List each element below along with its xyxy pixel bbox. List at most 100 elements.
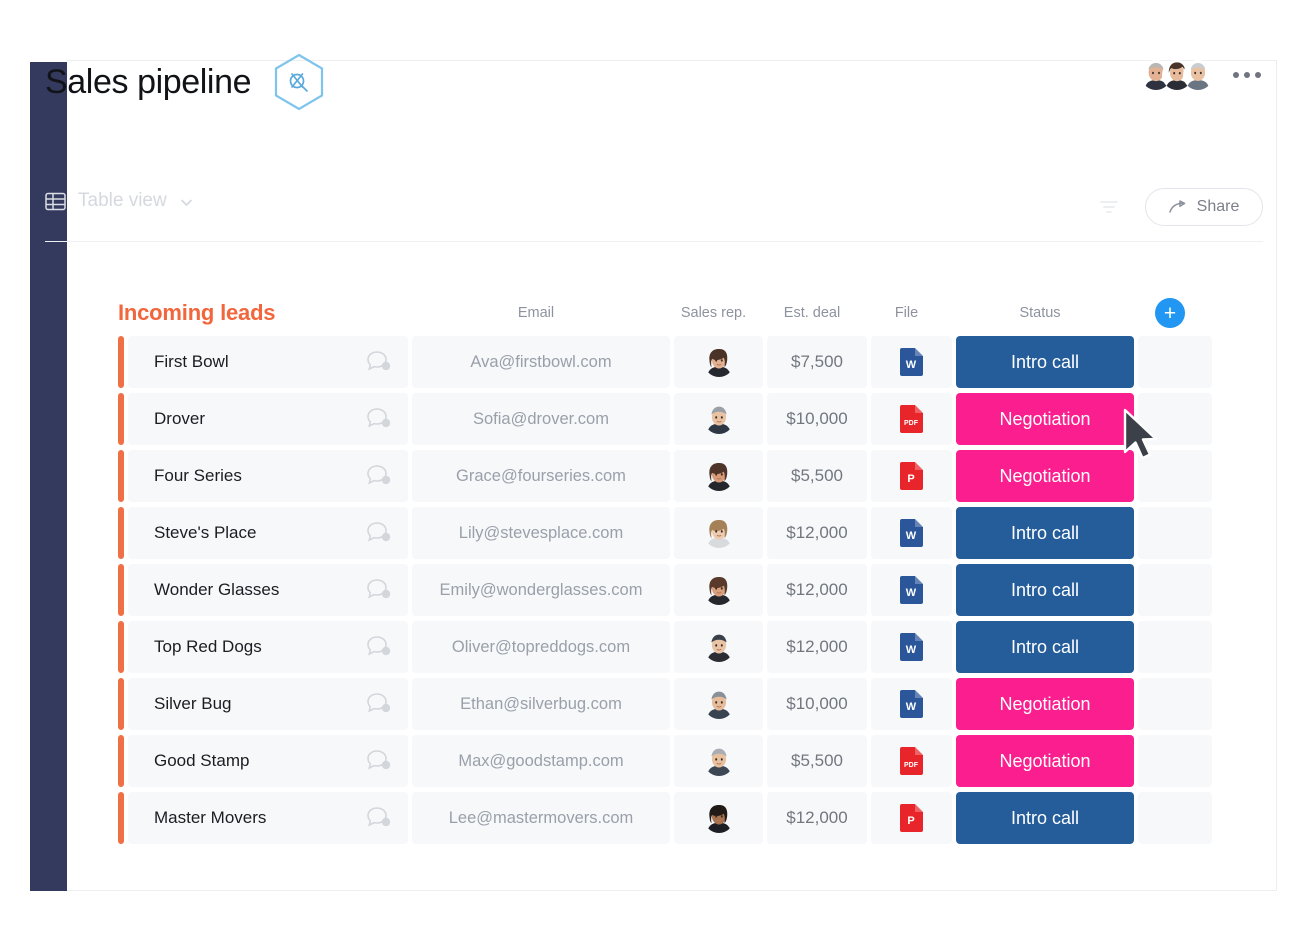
cell-est-deal[interactable]: $5,500	[767, 735, 867, 787]
cell-email[interactable]: Lee@mastermovers.com	[412, 792, 670, 844]
table-row[interactable]: Wonder GlassesEmily@wonderglasses.com$12…	[118, 564, 1223, 616]
kebab-menu-icon[interactable]	[1231, 66, 1263, 84]
cell-lead-name[interactable]: Top Red Dogs	[128, 621, 408, 673]
cell-status[interactable]: Negotiation	[956, 678, 1134, 730]
cell-extra[interactable]	[1138, 621, 1212, 673]
cell-est-deal[interactable]: $12,000	[767, 621, 867, 673]
table-row[interactable]: Four SeriesGrace@fourseries.com $5,500 P Ne…	[118, 450, 1223, 502]
cell-status[interactable]: Intro call	[956, 507, 1134, 559]
sales-rep-avatar[interactable]	[704, 746, 734, 776]
cell-sales-rep[interactable]	[674, 336, 763, 388]
chat-bubble-icon[interactable]	[366, 749, 392, 773]
collaborator-avatars[interactable]	[1141, 60, 1213, 90]
cell-status[interactable]: Negotiation	[956, 393, 1134, 445]
table-row[interactable]: Top Red DogsOliver@topreddogs.com $12,000…	[118, 621, 1223, 673]
cell-est-deal[interactable]: $12,000	[767, 507, 867, 559]
cell-file[interactable]: PDF	[871, 393, 952, 445]
cell-email[interactable]: Ava@firstbowl.com	[412, 336, 670, 388]
cell-extra[interactable]	[1138, 678, 1212, 730]
plug-hexagon-icon[interactable]	[271, 52, 327, 112]
cell-extra[interactable]	[1138, 393, 1212, 445]
sales-rep-avatar[interactable]	[704, 575, 734, 605]
cell-status[interactable]: Intro call	[956, 792, 1134, 844]
chat-bubble-icon[interactable]	[366, 350, 392, 374]
cell-extra[interactable]	[1138, 792, 1212, 844]
sales-rep-avatar[interactable]	[704, 632, 734, 662]
status-badge[interactable]: Intro call	[956, 507, 1134, 559]
column-header-email[interactable]: Email	[405, 305, 667, 321]
cell-sales-rep[interactable]	[674, 678, 763, 730]
chat-bubble-icon[interactable]	[366, 521, 392, 545]
cell-status[interactable]: Intro call	[956, 564, 1134, 616]
cell-extra[interactable]	[1138, 450, 1212, 502]
file-w-icon[interactable]: W	[898, 575, 925, 605]
cell-email[interactable]: Max@goodstamp.com	[412, 735, 670, 787]
column-header-est-deal[interactable]: Est. deal	[760, 305, 864, 321]
cell-lead-name[interactable]: Four Series	[128, 450, 408, 502]
file-w-icon[interactable]: W	[898, 632, 925, 662]
sales-rep-avatar[interactable]	[704, 347, 734, 377]
cell-est-deal[interactable]: $10,000	[767, 393, 867, 445]
sales-rep-avatar[interactable]	[704, 404, 734, 434]
status-badge[interactable]: Intro call	[956, 336, 1134, 388]
cell-email[interactable]: Emily@wonderglasses.com	[412, 564, 670, 616]
view-selector[interactable]: Table view	[45, 190, 1263, 212]
cell-extra[interactable]	[1138, 564, 1212, 616]
cell-sales-rep[interactable]	[674, 792, 763, 844]
cell-est-deal[interactable]: $7,500	[767, 336, 867, 388]
cell-sales-rep[interactable]	[674, 450, 763, 502]
column-header-status[interactable]: Status	[949, 305, 1131, 321]
file-pdf-icon[interactable]: PDF	[898, 746, 925, 776]
column-header-sales-rep[interactable]: Sales rep.	[667, 305, 760, 321]
status-badge[interactable]: Intro call	[956, 792, 1134, 844]
cell-status[interactable]: Negotiation	[956, 450, 1134, 502]
cell-lead-name[interactable]: Master Movers	[128, 792, 408, 844]
status-badge[interactable]: Intro call	[956, 564, 1134, 616]
cell-sales-rep[interactable]	[674, 735, 763, 787]
file-w-icon[interactable]: W	[898, 347, 925, 377]
cell-sales-rep[interactable]	[674, 621, 763, 673]
file-p-icon[interactable]: P	[898, 803, 925, 833]
cell-extra[interactable]	[1138, 735, 1212, 787]
cell-file[interactable]: W	[871, 507, 952, 559]
sales-rep-avatar[interactable]	[704, 689, 734, 719]
filter-funnel-icon[interactable]	[1099, 198, 1119, 216]
cell-extra[interactable]	[1138, 336, 1212, 388]
sales-rep-avatar[interactable]	[704, 518, 734, 548]
cell-est-deal[interactable]: $12,000	[767, 792, 867, 844]
sales-rep-avatar[interactable]	[704, 461, 734, 491]
file-pdf-icon[interactable]: PDF	[898, 404, 925, 434]
status-badge[interactable]: Negotiation	[956, 450, 1134, 502]
table-row[interactable]: First BowlAva@firstbowl.com $7,500 W Intro …	[118, 336, 1223, 388]
table-row[interactable]: DroverSofia@drover.com$10,000PDFNegotiat…	[118, 393, 1223, 445]
cell-sales-rep[interactable]	[674, 564, 763, 616]
table-row[interactable]: Master MoversLee@mastermovers.com $12,000…	[118, 792, 1223, 844]
status-badge[interactable]: Negotiation	[956, 735, 1134, 787]
status-badge[interactable]: Negotiation	[956, 393, 1134, 445]
status-badge[interactable]: Intro call	[956, 621, 1134, 673]
table-row[interactable]: Silver BugEthan@silverbug.com$10,000WNeg…	[118, 678, 1223, 730]
cell-lead-name[interactable]: First Bowl	[128, 336, 408, 388]
cell-sales-rep[interactable]	[674, 393, 763, 445]
chat-bubble-icon[interactable]	[366, 806, 392, 830]
cell-est-deal[interactable]: $5,500	[767, 450, 867, 502]
cell-email[interactable]: Lily@stevesplace.com	[412, 507, 670, 559]
sales-rep-avatar[interactable]	[704, 803, 734, 833]
cell-email[interactable]: Oliver@topreddogs.com	[412, 621, 670, 673]
cell-email[interactable]: Sofia@drover.com	[412, 393, 670, 445]
column-header-file[interactable]: File	[864, 305, 949, 321]
cell-file[interactable]: PDF	[871, 735, 952, 787]
add-column-button[interactable]: +	[1155, 298, 1185, 328]
chat-bubble-icon[interactable]	[366, 464, 392, 488]
cell-status[interactable]: Intro call	[956, 621, 1134, 673]
chevron-down-icon[interactable]	[179, 194, 194, 209]
cell-est-deal[interactable]: $10,000	[767, 678, 867, 730]
cell-status[interactable]: Intro call	[956, 336, 1134, 388]
avatar[interactable]	[1183, 60, 1213, 90]
status-badge[interactable]: Negotiation	[956, 678, 1134, 730]
file-p-icon[interactable]: P	[898, 461, 925, 491]
cell-email[interactable]: Grace@fourseries.com	[412, 450, 670, 502]
cell-file[interactable]: W	[871, 336, 952, 388]
cell-lead-name[interactable]: Steve's Place	[128, 507, 408, 559]
table-row[interactable]: Steve's PlaceLily@stevesplace.com $12,000…	[118, 507, 1223, 559]
